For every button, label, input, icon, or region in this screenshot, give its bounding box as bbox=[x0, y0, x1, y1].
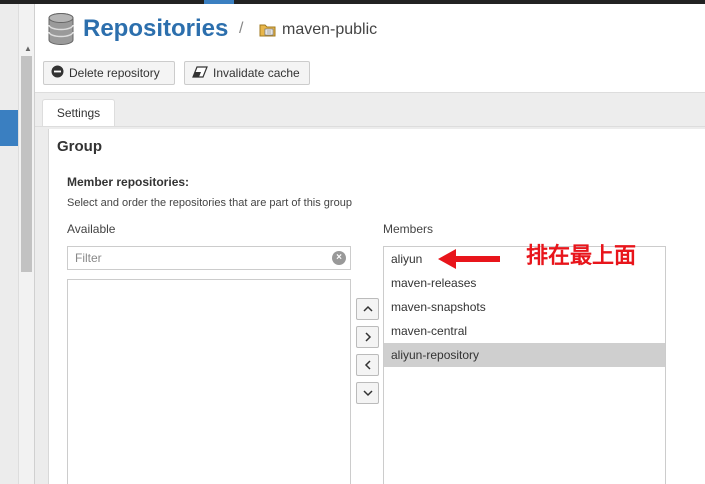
available-label: Available bbox=[67, 222, 116, 236]
tab-settings[interactable]: Settings bbox=[42, 99, 115, 126]
minus-circle-icon bbox=[51, 65, 64, 81]
add-to-members-button[interactable] bbox=[356, 326, 379, 348]
eraser-icon bbox=[192, 65, 208, 81]
group-section-title: Group bbox=[57, 138, 102, 155]
left-nav-scrollbar[interactable]: ▲ bbox=[18, 4, 34, 484]
remove-from-members-button[interactable] bbox=[356, 354, 379, 376]
member-item[interactable]: maven-central bbox=[384, 319, 665, 343]
invalidate-cache-label: Invalidate cache bbox=[213, 66, 300, 80]
scroll-up-icon[interactable]: ▲ bbox=[24, 44, 32, 53]
breadcrumb-separator: / bbox=[239, 20, 244, 37]
member-repositories-label: Member repositories: bbox=[67, 175, 190, 189]
delete-repository-button[interactable]: Delete repository bbox=[43, 61, 175, 85]
chevron-right-icon bbox=[364, 332, 371, 342]
member-item[interactable]: maven-snapshots bbox=[384, 295, 665, 319]
member-repositories-help: Select and order the repositories that a… bbox=[67, 197, 352, 209]
chevron-left-icon bbox=[364, 360, 371, 370]
members-label: Members bbox=[383, 222, 434, 236]
members-list[interactable]: aliyun maven-releases maven-snapshots ma… bbox=[383, 246, 666, 484]
page-header: Repositories / maven-public bbox=[35, 4, 705, 56]
left-nav-strip bbox=[0, 4, 18, 484]
scrollbar-thumb[interactable] bbox=[21, 56, 32, 272]
tab-bar: Settings bbox=[35, 92, 705, 127]
clear-icon[interactable]: × bbox=[332, 251, 346, 265]
folder-icon bbox=[259, 22, 277, 43]
member-item[interactable]: maven-releases bbox=[384, 271, 665, 295]
available-list[interactable] bbox=[67, 279, 351, 484]
filter-input[interactable] bbox=[67, 246, 351, 270]
chevron-up-icon bbox=[362, 305, 373, 312]
invalidate-cache-button[interactable]: Invalidate cache bbox=[184, 61, 310, 85]
page-title[interactable]: Repositories bbox=[83, 15, 228, 43]
annotation-text: 排在最上面 bbox=[526, 244, 637, 269]
member-item-selected[interactable]: aliyun-repository bbox=[384, 343, 665, 367]
move-down-button[interactable] bbox=[356, 382, 379, 404]
move-up-button[interactable] bbox=[356, 298, 379, 320]
chevron-down-icon bbox=[362, 390, 373, 397]
red-arrow-icon bbox=[438, 248, 502, 275]
left-nav-active-item[interactable] bbox=[0, 110, 18, 146]
database-icon bbox=[47, 13, 75, 50]
breadcrumb-current-repo: maven-public bbox=[282, 21, 378, 38]
delete-repository-label: Delete repository bbox=[69, 66, 160, 80]
